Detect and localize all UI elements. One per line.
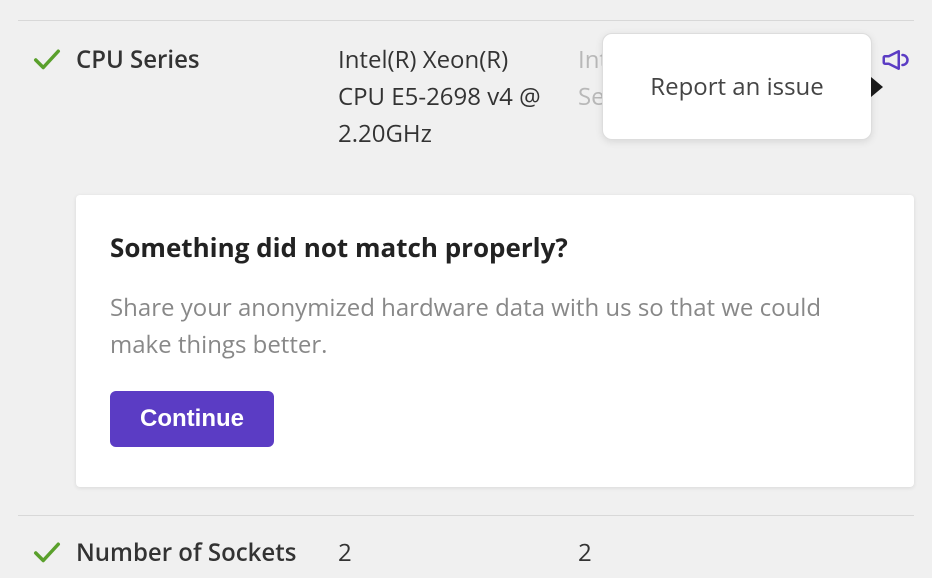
check-icon bbox=[32, 538, 62, 568]
report-issue-button[interactable] bbox=[876, 41, 914, 79]
row-label: Number of Sockets bbox=[76, 534, 338, 569]
row-label: CPU Series bbox=[76, 41, 338, 76]
panel-body: Share your anonymized hardware data with… bbox=[110, 289, 850, 363]
report-issue-tooltip[interactable]: Report an issue bbox=[602, 33, 872, 140]
continue-button[interactable]: Continue bbox=[110, 391, 274, 447]
table-row: CPU Series Intel(R) Xeon(R) CPU E5-2698 … bbox=[18, 20, 914, 177]
panel-title: Something did not match properly? bbox=[110, 229, 882, 265]
check-icon bbox=[32, 45, 62, 75]
table-row: Number of Sockets 2 2 bbox=[18, 515, 914, 578]
megaphone-icon bbox=[880, 45, 910, 75]
mismatch-panel-container: Something did not match properly? Share … bbox=[18, 195, 914, 487]
tooltip-caret-icon bbox=[871, 77, 883, 97]
status-cell bbox=[18, 534, 76, 568]
tooltip-text: Report an issue bbox=[650, 70, 823, 103]
expected-value: 2 bbox=[578, 534, 848, 571]
detected-value: Intel(R) Xeon(R) CPU E5-2698 v4 @ 2.20GH… bbox=[338, 41, 578, 153]
mismatch-panel: Something did not match properly? Share … bbox=[76, 195, 914, 487]
status-cell bbox=[18, 41, 76, 75]
expected-value: Intel Xeon E5-2698 v4 Series Report an i… bbox=[578, 41, 848, 115]
detected-value: 2 bbox=[338, 534, 578, 571]
